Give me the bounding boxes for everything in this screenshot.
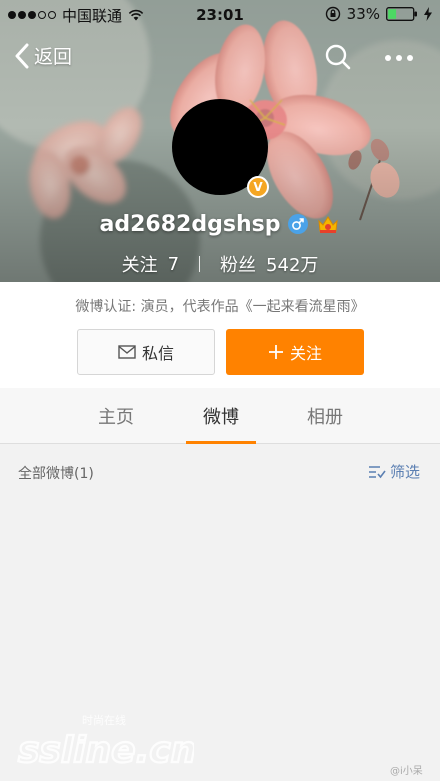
filter-icon bbox=[369, 465, 386, 478]
followers-label: 粉丝 bbox=[220, 255, 257, 276]
search-icon[interactable] bbox=[324, 43, 352, 71]
stats-divider bbox=[199, 256, 201, 272]
filter-row: 全部微博(1) 筛选 bbox=[0, 445, 440, 499]
watermark-handle: @i小呆 bbox=[390, 766, 423, 777]
crown-vip-icon[interactable] bbox=[316, 213, 340, 235]
tab-home[interactable]: 主页 bbox=[81, 388, 151, 444]
profile-tabs: 主页 微博 相册 bbox=[0, 388, 440, 444]
follow-button[interactable]: 关注 bbox=[226, 329, 364, 375]
wifi-icon bbox=[128, 9, 144, 21]
message-label: 私信 bbox=[141, 344, 174, 363]
watermark-tagline: 时尚在线 bbox=[82, 713, 126, 727]
stats-row: 关注 7 粉丝 542万 bbox=[0, 250, 440, 278]
certification-text: 微博认证: 演员，代表作品《一起来看流星雨》 bbox=[75, 299, 365, 315]
charging-icon bbox=[424, 7, 432, 21]
follow-label: 关注 bbox=[289, 344, 322, 363]
status-bar: 中国联通 23:01 33% bbox=[0, 0, 440, 30]
tab-album[interactable]: 相册 bbox=[290, 388, 360, 444]
followers-count: 542万 bbox=[266, 255, 319, 276]
nav-bar: 返回 bbox=[0, 38, 440, 78]
active-tab-indicator bbox=[186, 441, 256, 444]
following-count: 7 bbox=[167, 253, 180, 275]
verified-badge: V bbox=[247, 176, 269, 198]
carrier-name: 中国联通 bbox=[62, 6, 123, 25]
back-label: 返回 bbox=[34, 46, 73, 68]
message-button[interactable]: 私信 bbox=[77, 329, 215, 375]
profile-info: 微博认证: 演员，代表作品《一起来看流星雨》 私信 关注 bbox=[0, 282, 440, 388]
male-icon bbox=[288, 214, 309, 234]
filter-label: 筛选 bbox=[390, 463, 421, 481]
following-label: 关注 bbox=[121, 255, 158, 276]
username-row: ad2682dgshsp bbox=[0, 208, 440, 240]
rotation-lock-icon bbox=[325, 6, 340, 22]
mail-icon bbox=[118, 345, 136, 359]
filter-button[interactable]: 筛选 bbox=[368, 461, 420, 482]
battery-percent: 33% bbox=[346, 5, 380, 23]
battery-icon bbox=[386, 7, 417, 21]
chevron-left-icon bbox=[15, 43, 29, 68]
following-stat[interactable]: 关注 7 bbox=[122, 251, 179, 277]
tab-weibo[interactable]: 微博 bbox=[186, 388, 256, 444]
profile-header: 中国联通 23:01 33% 返回 V ad2682dgshsp 关注 7 粉丝… bbox=[0, 0, 440, 282]
followers-stat[interactable]: 粉丝 542万 bbox=[220, 251, 318, 277]
signal-strength-icon bbox=[8, 11, 56, 19]
more-icon[interactable] bbox=[382, 44, 416, 72]
back-button[interactable]: 返回 bbox=[14, 42, 72, 69]
site-watermark: ssline.cn 时尚在线 bbox=[17, 713, 194, 772]
all-posts-label[interactable]: 全部微博(1) bbox=[18, 463, 94, 483]
watermark-site: ssline.cn bbox=[18, 730, 194, 771]
username: ad2682dgshsp bbox=[99, 211, 281, 237]
plus-icon bbox=[268, 345, 283, 359]
